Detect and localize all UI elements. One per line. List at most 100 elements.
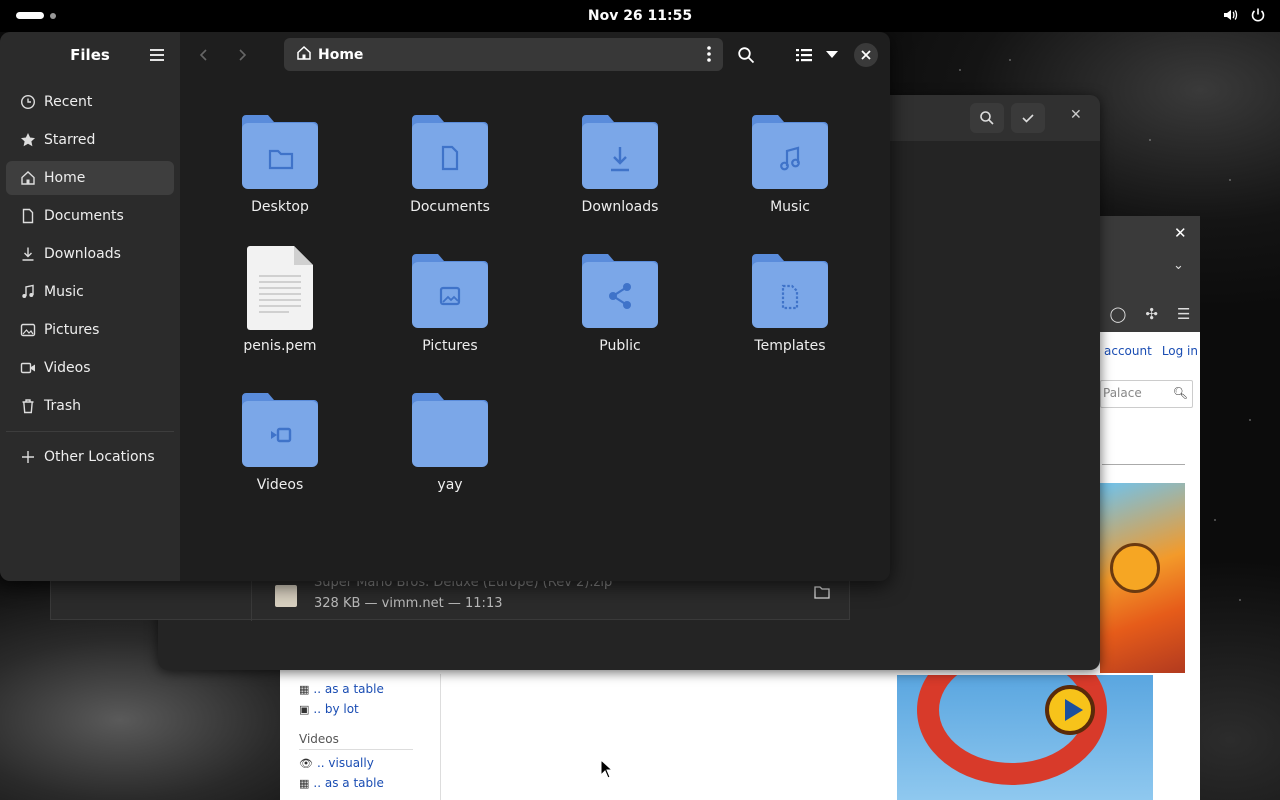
divider (251, 581, 252, 621)
folder-icon (410, 385, 490, 469)
divider (1102, 464, 1185, 465)
game-thumbnail[interactable] (1100, 483, 1185, 673)
sidebar-item-documents[interactable]: Documents (6, 199, 174, 233)
folder-downloads[interactable]: Downloads (545, 107, 695, 237)
close-icon[interactable]: ✕ (1070, 107, 1082, 123)
search-placeholder: Palace (1103, 386, 1142, 400)
search-button[interactable] (734, 43, 758, 67)
item-label: Desktop (251, 199, 309, 215)
play-icon (1045, 685, 1095, 735)
view-options-button[interactable] (820, 43, 844, 67)
folder-icon (750, 107, 830, 191)
dropdown-triangle-icon (826, 51, 838, 58)
folder-icon (410, 107, 490, 191)
table-view-link[interactable]: ▦.. as a table (299, 682, 384, 696)
chevron-down-icon[interactable]: ⌄ (1173, 258, 1184, 273)
path-bar[interactable]: Home (284, 38, 723, 71)
item-label: Documents (410, 199, 490, 215)
back-button[interactable] (192, 43, 216, 67)
sidebar-item-label: Recent (44, 94, 93, 110)
item-label: Templates (754, 338, 826, 354)
videos-section-heading: Videos (299, 732, 413, 750)
sidebar-item-home[interactable]: Home (6, 161, 174, 195)
download-icon (20, 246, 36, 262)
clock[interactable]: Nov 26 11:55 (588, 8, 692, 24)
folder-music[interactable]: Music (715, 107, 865, 237)
sidebar-item-label: Other Locations (44, 449, 155, 465)
item-label: Videos (256, 477, 304, 493)
box-icon: ▣ (299, 702, 310, 716)
sidebar-item-trash[interactable]: Trash (6, 389, 174, 423)
mouse-pointer-icon (600, 758, 614, 783)
check-icon (1022, 114, 1034, 123)
close-icon (861, 50, 871, 60)
sidebar-item-other-locations[interactable]: Other Locations (6, 440, 174, 474)
extensions-icon[interactable]: ✣ (1145, 305, 1158, 323)
zip-file-icon (275, 585, 297, 607)
clock-icon (20, 94, 36, 110)
folder-yay[interactable]: yay (375, 385, 525, 515)
forward-button[interactable] (230, 43, 254, 67)
sidebar-item-starred[interactable]: Starred (6, 123, 174, 157)
by-lot-link[interactable]: ▣.. by lot (299, 702, 359, 716)
site-search-input[interactable]: Palace 🔍︎ (1100, 380, 1193, 408)
activities-indicator[interactable] (16, 12, 56, 19)
sidebar-item-label: Music (44, 284, 84, 300)
folder-pictures[interactable]: Pictures (375, 246, 525, 376)
folder-icon (580, 246, 660, 330)
text-file-icon (240, 246, 320, 330)
item-label: Music (770, 199, 810, 215)
view-toggle-button[interactable] (792, 43, 816, 67)
sidebar-item-recent[interactable]: Recent (6, 85, 174, 119)
character-art (1110, 543, 1160, 593)
system-tray[interactable] (1222, 7, 1266, 23)
search-icon[interactable]: 🔍︎ (1173, 386, 1188, 400)
path-current-folder[interactable]: Home (318, 47, 363, 63)
folder-desktop[interactable]: Desktop (205, 107, 355, 237)
game-thumbnail[interactable] (897, 675, 1153, 800)
files-sidebar: Files Recent Starred Home Documents Down… (0, 32, 180, 581)
item-label: Pictures (422, 338, 478, 354)
folder-public[interactable]: Public (545, 246, 695, 376)
folder-videos[interactable]: Videos (205, 385, 355, 515)
sidebar-item-label: Videos (44, 360, 91, 376)
more-options-icon[interactable] (707, 46, 711, 66)
sidebar-item-downloads[interactable]: Downloads (6, 237, 174, 271)
home-icon (20, 170, 36, 186)
sidebar-item-label: Downloads (44, 246, 121, 262)
music-icon (20, 284, 36, 300)
account-circle-icon[interactable]: ◯ (1110, 305, 1127, 323)
table-icon: ▦ (299, 776, 310, 790)
home-icon (296, 45, 312, 65)
folder-icon (410, 246, 490, 330)
sidebar-item-videos[interactable]: Videos (6, 351, 174, 385)
workspace-active-indicator (16, 12, 44, 19)
file-penis-pem[interactable]: penis.pem (205, 246, 355, 376)
files-window: Files Recent Starred Home Documents Down… (0, 32, 890, 581)
search-button[interactable] (970, 103, 1004, 133)
sidebar-item-pictures[interactable]: Pictures (6, 313, 174, 347)
table-icon: ▦ (299, 682, 310, 696)
account-link[interactable]: account (1104, 344, 1152, 358)
confirm-button[interactable] (1011, 103, 1045, 133)
visually-link[interactable]: 👁︎.. visually (299, 756, 374, 770)
folder-documents[interactable]: Documents (375, 107, 525, 237)
folder-icon (580, 107, 660, 191)
search-icon (738, 47, 755, 64)
main-menu-button[interactable] (146, 44, 168, 66)
volume-icon (1222, 7, 1238, 23)
videos-table-link[interactable]: ▦.. as a table (299, 776, 384, 790)
item-label: Public (599, 338, 641, 354)
star-icon (20, 132, 36, 148)
close-icon[interactable]: ✕ (1174, 224, 1187, 242)
sidebar-item-label: Starred (44, 132, 96, 148)
download-list: Super Mario Bros. Deluxe (Europe) (Rev 2… (50, 575, 850, 621)
window-close-button[interactable] (854, 43, 878, 67)
sidebar-item-music[interactable]: Music (6, 275, 174, 309)
menu-icon[interactable]: ☰ (1177, 305, 1190, 323)
video-icon (20, 360, 36, 376)
open-folder-icon[interactable] (814, 585, 830, 603)
folder-templates[interactable]: Templates (715, 246, 865, 376)
document-icon (20, 208, 36, 224)
login-link[interactable]: Log in (1162, 344, 1198, 358)
